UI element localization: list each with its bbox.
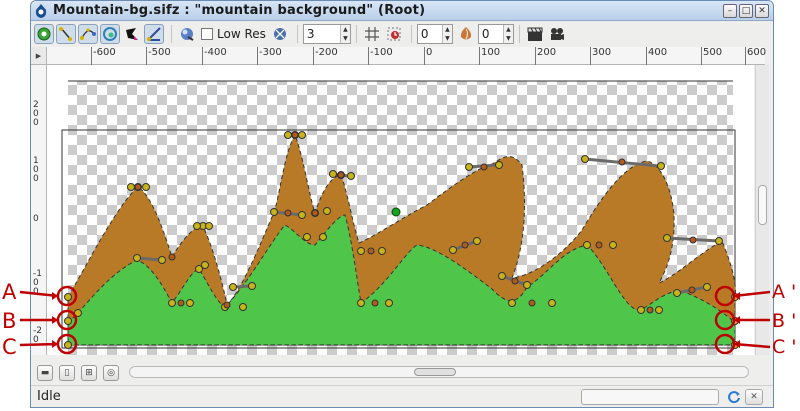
maximize-button[interactable]: □ — [739, 4, 753, 18]
minimize-button[interactable]: – — [723, 4, 737, 18]
ruler-label: -600 — [91, 47, 116, 65]
horizontal-scroll-thumb[interactable] — [414, 368, 456, 376]
title-bar[interactable]: Mountain-bg.sifz : "mountain background"… — [31, 1, 773, 21]
window-controls: – □ ✕ — [723, 4, 769, 18]
status-text: Idle — [37, 389, 61, 404]
zoom-out-button[interactable]: ▬ — [37, 365, 53, 381]
spin-arrows[interactable]: ▲ ▼ — [339, 25, 350, 43]
vertical-ruler[interactable]: 2 0 0 1 0 0 0 -1 0 0 -2 0 — [31, 65, 47, 355]
ruler-label: -300 — [257, 47, 282, 65]
annotation-label-b: B — [2, 309, 17, 333]
render-animation-button[interactable] — [525, 24, 545, 44]
ruler-label: 200 — [535, 47, 556, 65]
smooth-move-icon — [103, 27, 117, 41]
vertical-scroll-thumb[interactable] — [758, 185, 767, 225]
mirror-tool-button[interactable] — [144, 24, 164, 44]
render-button[interactable] — [177, 24, 197, 44]
bottom-toolbar: ▬ ▯ ⊞ ◎ — [31, 361, 773, 385]
origin-handle[interactable] — [391, 207, 401, 217]
low-res-label: Low Res — [217, 27, 266, 41]
fill-tool-button[interactable] — [122, 24, 142, 44]
onion-skin-icon — [460, 27, 472, 40]
zoom-fit-button[interactable]: ▯ — [59, 365, 75, 381]
keyframe-lock-icon — [387, 27, 401, 41]
ruler-label: -1 0 0 — [33, 269, 42, 297]
ruler-label: -100 — [368, 47, 393, 65]
onion-skin-button[interactable] — [456, 24, 476, 44]
synfig-app-icon — [35, 3, 47, 18]
ruler-label: -400 — [202, 47, 227, 65]
render-progress-bar — [581, 389, 719, 405]
transform-tool-button[interactable] — [56, 24, 76, 44]
toolbar-separator — [410, 25, 412, 43]
ruler-label: 0 — [33, 214, 39, 224]
stop-render-button[interactable]: ✕ — [745, 389, 763, 405]
spin-arrows[interactable]: ▲ ▼ — [441, 25, 452, 43]
canvas-drawing[interactable] — [47, 65, 754, 355]
toolbar-separator — [355, 25, 357, 43]
refresh-icon[interactable] — [727, 390, 741, 404]
annotation-label-c: C — [2, 335, 17, 359]
status-bar: Idle ✕ — [31, 385, 773, 407]
canvas-work-area[interactable] — [47, 65, 754, 355]
ruler-label: 100 — [479, 47, 500, 65]
ruler-label: -2 0 — [33, 326, 42, 345]
horizontal-scrollbar[interactable] — [129, 366, 749, 378]
future-onion-spinner[interactable]: 0 ▲ ▼ — [477, 24, 514, 44]
grid-icon — [364, 27, 379, 41]
spline-tool-icon — [80, 28, 96, 40]
circle-tool-icon — [37, 27, 51, 41]
low-res-checkbox[interactable] — [201, 28, 213, 40]
ruler-label: 2 0 0 — [33, 100, 39, 128]
render-icon — [181, 28, 194, 41]
fill-tool-icon — [126, 28, 138, 40]
zoom-100-button[interactable]: ⊞ — [81, 365, 97, 381]
grid-button[interactable] — [362, 24, 382, 44]
ruler-label: -200 — [313, 47, 338, 65]
future-onion-value: 0 — [481, 27, 490, 41]
ruler-label: 500 — [701, 47, 722, 65]
past-onion-value: 0 — [420, 27, 429, 41]
close-button[interactable]: ✕ — [755, 4, 769, 18]
mirror-tool-icon — [147, 27, 161, 41]
ruler-label: 400 — [646, 47, 667, 65]
ruler-label: 600 — [745, 47, 766, 65]
annotation-label-a-prime: A ' — [772, 281, 797, 303]
annotation-label-c-prime: C ' — [772, 336, 797, 358]
ruler-menu-button[interactable]: ▶ — [31, 47, 47, 65]
transform-tool-icon — [59, 27, 72, 41]
annotation-label-b-prime: B ' — [772, 310, 797, 332]
clapperboard-icon — [527, 27, 543, 41]
ruler-label: 300 — [590, 47, 611, 65]
window-title: Mountain-bg.sifz : "mountain background"… — [53, 3, 426, 18]
camera-icon — [550, 28, 564, 40]
spline-tool-button[interactable] — [78, 24, 98, 44]
circle-tool-button[interactable] — [34, 24, 54, 44]
ruler-label: 1 0 0 — [33, 156, 39, 184]
canvas-toolbar: Low Res 3 ▲ ▼ 0 ▲ ▼ 0 ▲ ▼ — [31, 22, 773, 46]
vertical-scrollbar[interactable] — [755, 65, 769, 355]
past-onion-spinner[interactable]: 0 ▲ ▼ — [416, 24, 453, 44]
preview-icon — [273, 28, 286, 40]
smooth-move-button[interactable] — [100, 24, 120, 44]
toolbar-separator — [171, 25, 172, 43]
toolbar-separator — [518, 25, 520, 43]
preview-animation-button[interactable] — [547, 24, 567, 44]
quality-spinner[interactable]: 3 ▲ ▼ — [302, 24, 351, 44]
quality-value: 3 — [306, 27, 315, 41]
spin-arrows[interactable]: ▲ ▼ — [502, 25, 513, 43]
ruler-label: 0 — [424, 47, 432, 65]
annotation-label-a: A — [2, 280, 17, 304]
keyframe-lock-button[interactable] — [384, 24, 404, 44]
toolbar-separator — [296, 25, 298, 43]
horizontal-ruler[interactable]: -600 -500 -400 -300 -200 -100 0 100 200 … — [47, 47, 766, 65]
preview-button[interactable] — [270, 24, 290, 44]
app-window: Mountain-bg.sifz : "mountain background"… — [30, 0, 774, 408]
zoom-in-button[interactable]: ◎ — [103, 365, 119, 381]
ruler-label: -500 — [146, 47, 171, 65]
